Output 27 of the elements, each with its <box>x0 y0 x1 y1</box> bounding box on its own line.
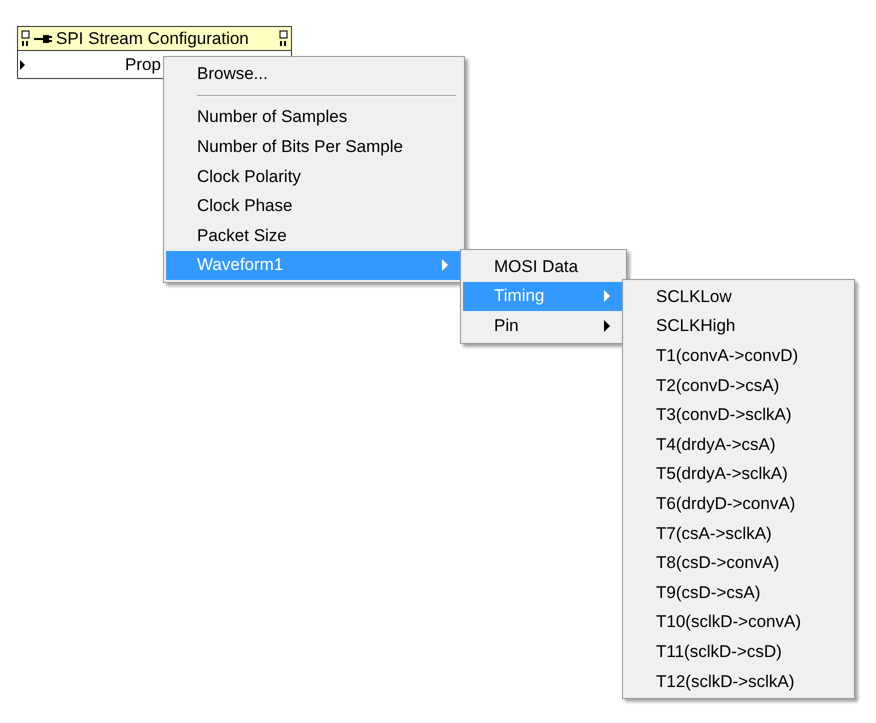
menu-item[interactable]: Packet Size <box>166 220 462 251</box>
property-label: Prop <box>124 54 161 74</box>
menu-item[interactable]: SCLKLow <box>625 282 852 312</box>
menu-item[interactable]: Clock Phase <box>166 191 462 221</box>
menu-item[interactable]: T7(csA->sclkA) <box>625 518 852 548</box>
expand-icon[interactable] <box>20 60 25 70</box>
menu-item[interactable]: T2(convD->csA) <box>625 370 852 400</box>
menu-item[interactable]: T9(csD->csA) <box>625 578 852 608</box>
menu-item[interactable]: Number of Bits Per Sample <box>166 132 462 162</box>
menu-item[interactable]: MOSI Data <box>463 252 624 282</box>
menu-item[interactable]: T6(drdyD->convA) <box>625 489 852 519</box>
menu-item[interactable]: T8(csD->convA) <box>625 548 852 578</box>
terminal-icon <box>21 30 30 47</box>
menu-item[interactable]: T3(convD->sclkA) <box>625 400 852 430</box>
menu-item[interactable]: T12(sclkD->sclkA) <box>625 666 852 696</box>
menu-item[interactable]: T10(sclkD->convA) <box>625 608 852 638</box>
plug-icon <box>34 34 52 44</box>
menu-item[interactable]: T1(convA->convD) <box>625 341 852 371</box>
menu-item[interactable]: T11(sclkD->csD) <box>625 637 852 667</box>
menu-item[interactable]: SCLKHigh <box>625 312 852 342</box>
menu-item[interactable]: Pin <box>463 311 624 341</box>
menu-item[interactable]: Clock Polarity <box>166 162 462 192</box>
menu-item[interactable]: T4(drdyA->csA) <box>625 430 852 460</box>
terminal-icon <box>279 30 288 47</box>
node-title: SPI Stream Configuration <box>56 28 250 48</box>
menu-item[interactable]: T5(drdyA->sclkA) <box>625 460 852 490</box>
menu-item[interactable]: Number of Samples <box>166 102 462 132</box>
